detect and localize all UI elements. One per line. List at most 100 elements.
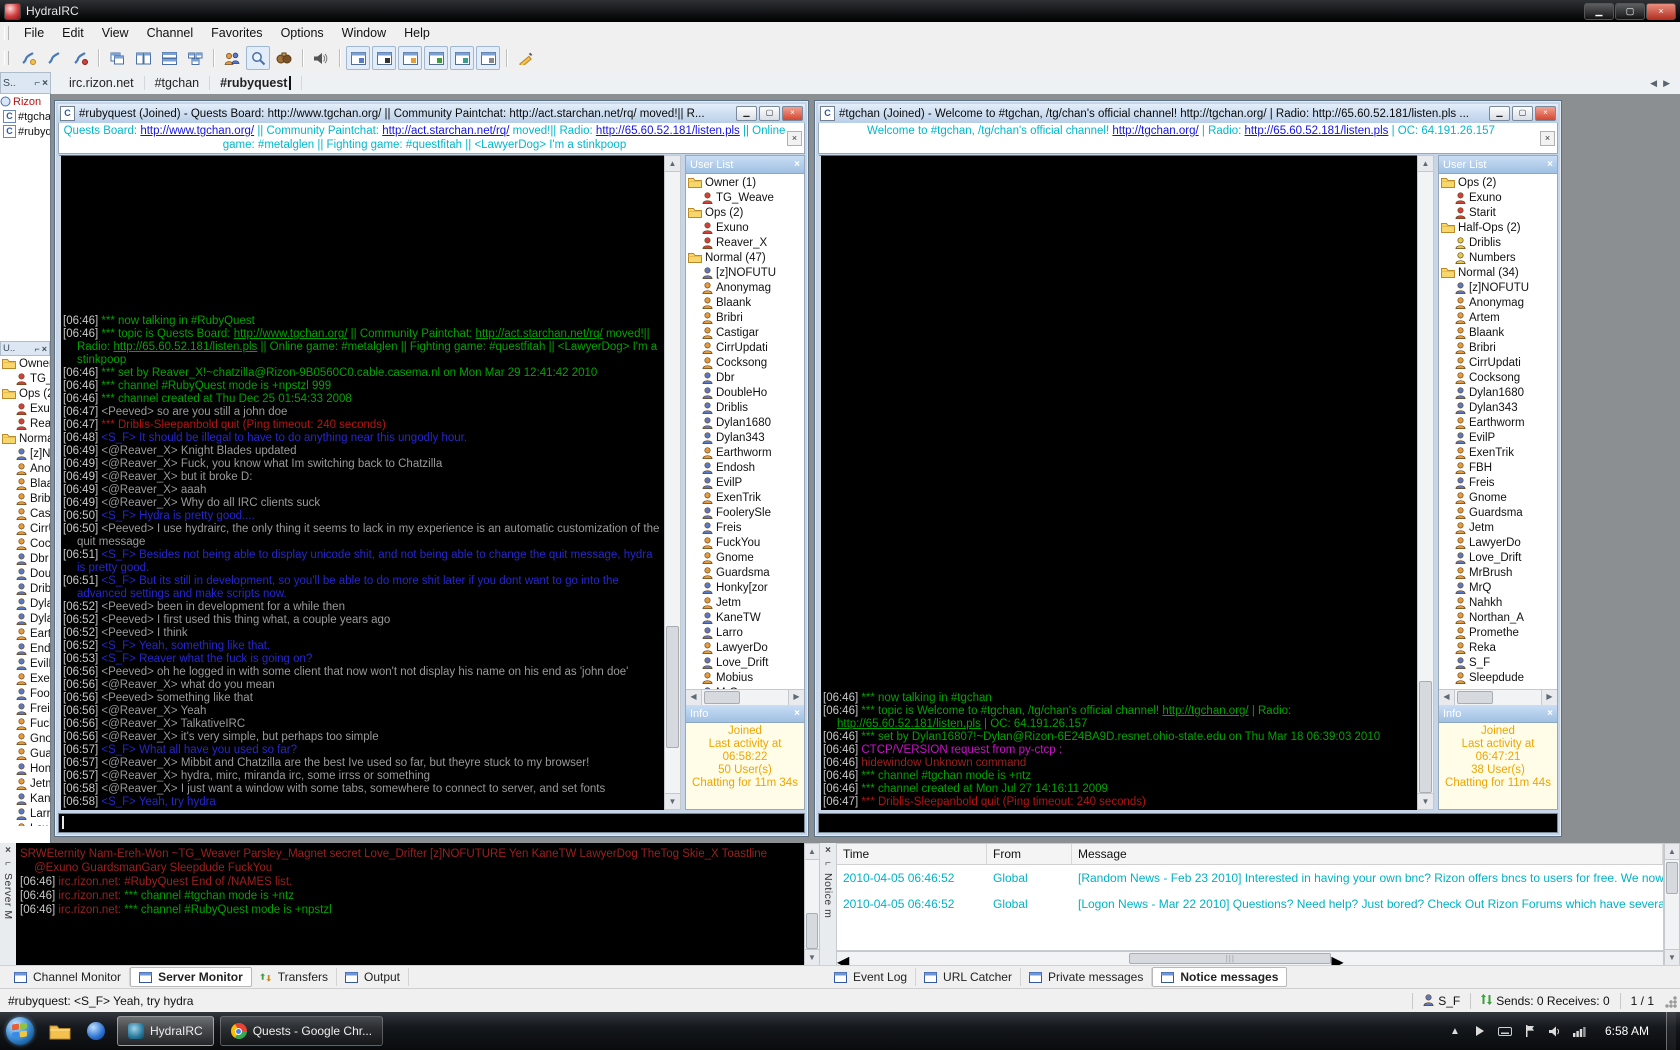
userlist-user[interactable]: FuckYou <box>0 716 50 731</box>
notice-hscrollbar[interactable]: ◀ ||| ▶ <box>836 951 1664 966</box>
column-header-message[interactable]: Message <box>1072 844 1663 864</box>
show-desktop-button[interactable] <box>1666 1012 1676 1050</box>
child-minimize-button[interactable]: ▁ <box>1489 106 1510 121</box>
search-icon[interactable] <box>246 46 270 70</box>
column-header-from[interactable]: From <box>987 844 1072 864</box>
server-tree-item-channel[interactable]: C#tgchan <box>0 109 50 124</box>
userlist-user[interactable]: Cocksong <box>1439 370 1557 385</box>
userlist-user[interactable]: Endosh <box>0 641 50 656</box>
userlist-user[interactable]: Artem <box>1439 310 1557 325</box>
link[interactable]: http://tgchan.org/ <box>1162 705 1248 717</box>
cascade-windows-icon[interactable] <box>105 46 129 70</box>
session-tab-irc.rizon.net[interactable]: irc.rizon.net <box>59 76 145 90</box>
chat-area[interactable]: [06:46] *** now talking in #RubyQuest[06… <box>58 155 664 810</box>
link[interactable]: http://65.60.52.181/listen.pls <box>1245 125 1389 137</box>
menu-item-favorites[interactable]: Favorites <box>202 24 271 42</box>
scroll-up-icon[interactable]: ▲ <box>1418 156 1433 172</box>
tab-server-monitor[interactable]: Server Monitor <box>130 967 252 987</box>
server-tree-item-channel[interactable]: C#rubyquest <box>0 124 50 139</box>
userlist-user[interactable]: CirrUpdati <box>0 521 50 536</box>
userlist-group[interactable]: Owner (1) <box>686 175 804 190</box>
userlist-user[interactable]: Driblis <box>686 400 804 415</box>
contacts-icon[interactable] <box>220 46 244 70</box>
messenger-icon[interactable] <box>81 1016 111 1046</box>
userlist-user[interactable]: [z]NOFUTU <box>0 446 50 461</box>
keyboard-icon[interactable] <box>1497 1023 1513 1039</box>
close-icon[interactable]: × <box>794 708 800 719</box>
menu-item-help[interactable]: Help <box>395 24 439 42</box>
message-input[interactable] <box>818 813 1558 833</box>
userlist-user[interactable]: KaneTW <box>0 791 50 806</box>
userlist-hscrollbar[interactable]: ◀ ▶ <box>1439 689 1557 705</box>
userlist-user[interactable]: CirrUpdati <box>686 340 804 355</box>
resize-grip[interactable] <box>1664 993 1678 1009</box>
userlist-group[interactable]: Owner (1) <box>0 356 50 371</box>
userlist-user[interactable]: Reka <box>1439 640 1557 655</box>
start-button[interactable] <box>6 1017 34 1045</box>
userlist-group[interactable]: Ops (2) <box>0 386 50 401</box>
toggle-transfers-panel-icon[interactable] <box>450 46 474 70</box>
taskbar-app-hydrairc[interactable]: HydraIRC <box>117 1016 214 1046</box>
userlist-user[interactable]: MrBrush <box>1439 565 1557 580</box>
maximize-button[interactable]: ▢ <box>1615 3 1645 20</box>
userlist-user[interactable]: Blaank <box>686 295 804 310</box>
userlist-user[interactable]: Bribri <box>1439 340 1557 355</box>
close-icon[interactable]: × <box>1547 159 1553 170</box>
volume-icon[interactable] <box>1547 1023 1563 1039</box>
userlist-user[interactable]: Castigar <box>686 325 804 340</box>
close-icon[interactable]: × <box>42 78 48 89</box>
userlist-user[interactable]: Starit <box>1439 205 1557 220</box>
userlist-user[interactable]: Dbr <box>0 551 50 566</box>
userlist-user[interactable]: Mobius <box>686 670 804 685</box>
userlist-user[interactable]: Reaver_X <box>0 416 50 431</box>
column-header-time[interactable]: Time <box>837 844 987 864</box>
toggle-server-tree-panel-icon[interactable] <box>346 46 370 70</box>
scroll-left-icon[interactable]: ◀ <box>1439 690 1455 705</box>
toolbar-grip[interactable] <box>4 51 9 65</box>
server-monitor-log[interactable]: SRWEternity Nam-Ereh-Won ~TG_Weaver Pars… <box>16 843 804 966</box>
scroll-right-icon[interactable]: ▶ <box>788 690 804 705</box>
userlist-user[interactable]: LawyerDo <box>1439 535 1557 550</box>
toolbar-grip[interactable] <box>4 26 9 40</box>
userlist-user[interactable]: FoolerySle <box>686 505 804 520</box>
link[interactable]: http://act.starchan.net/rq/ <box>476 328 603 340</box>
pin-icon[interactable]: ⌐ <box>34 78 40 89</box>
userlist-user[interactable]: EvilP <box>1439 430 1557 445</box>
folder-icon[interactable] <box>45 1016 75 1046</box>
chat-scrollbar[interactable]: ▲ ▼ <box>1417 155 1434 810</box>
userlist-user[interactable]: FuckYou <box>686 535 804 550</box>
link[interactable]: http://www.tgchan.org/ <box>140 125 254 137</box>
userlist-user[interactable]: Exuno <box>1439 190 1557 205</box>
userlist-user[interactable]: Numbers <box>1439 250 1557 265</box>
userlist-user[interactable]: Exuno <box>686 220 804 235</box>
userlist-user[interactable]: Anonymag <box>1439 295 1557 310</box>
media-play-icon[interactable] <box>1472 1023 1488 1039</box>
scroll-up-icon[interactable]: ▲ <box>665 156 680 172</box>
userlist-user[interactable]: Guardsma <box>0 746 50 761</box>
connect-favorites-icon[interactable] <box>16 46 40 70</box>
userlist-user[interactable]: Earthworm <box>0 626 50 641</box>
toggle-monitor-panel-icon[interactable] <box>424 46 448 70</box>
userlist-group[interactable]: Ops (2) <box>1439 175 1557 190</box>
child-minimize-button[interactable]: ▁ <box>736 106 757 121</box>
chat-area[interactable]: [06:46] *** now talking in #tgchan[06:46… <box>818 155 1417 810</box>
menu-item-edit[interactable]: Edit <box>53 24 93 42</box>
userlist-user[interactable]: Honky[zor <box>0 761 50 776</box>
child-titlebar[interactable]: C #tgchan (Joined) - Welcome to #tgchan,… <box>818 104 1558 123</box>
taskbar-clock[interactable]: 6:58 AM <box>1597 1024 1657 1038</box>
userlist-user[interactable]: Blaank <box>0 476 50 491</box>
userlist-hscrollbar[interactable]: ◀ ▶ <box>686 689 804 705</box>
userlist-user[interactable]: Reaver_X <box>686 235 804 250</box>
userlist-user[interactable]: EvilP <box>686 475 804 490</box>
link[interactable]: http://65.60.52.181/listen.pls <box>113 341 257 353</box>
userlist-user[interactable]: DoubleHo <box>0 566 50 581</box>
userlist-user[interactable]: MrQ <box>1439 580 1557 595</box>
userlist-user[interactable]: [z]NOFUTU <box>686 265 804 280</box>
userlist-group[interactable]: Ops (2) <box>686 205 804 220</box>
tab-scroll-right-icon[interactable]: ▶ <box>1663 78 1670 89</box>
link[interactable]: http://www.tgchan.org/ <box>234 328 348 340</box>
child-maximize-button[interactable]: ▢ <box>1512 106 1533 121</box>
userlist-user[interactable]: Dylan1680 <box>0 596 50 611</box>
userlist-user[interactable]: Cocksong <box>686 355 804 370</box>
userlist-user[interactable]: Cocksong <box>0 536 50 551</box>
